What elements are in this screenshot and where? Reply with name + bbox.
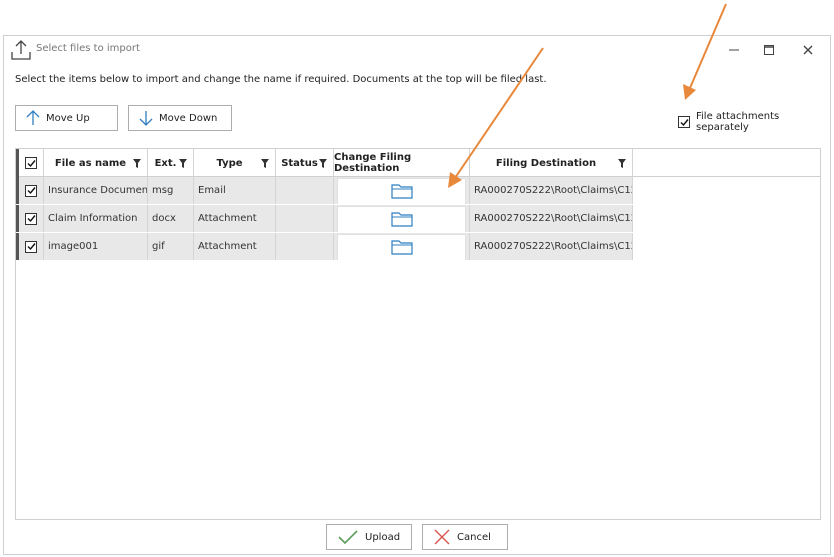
window-title: Select files to import bbox=[36, 43, 140, 54]
column-header-file-as-name[interactable]: File as name bbox=[44, 149, 148, 177]
column-header-filing-destination[interactable]: Filing Destination bbox=[470, 149, 633, 177]
file-as-name-cell[interactable]: Claim Information bbox=[44, 205, 148, 232]
move-up-label: Move Up bbox=[46, 112, 90, 124]
cancel-button[interactable]: Cancel bbox=[422, 524, 508, 550]
arrow-up-icon bbox=[26, 110, 40, 125]
column-header-change-filing-destination[interactable]: Change Filing Destination bbox=[334, 149, 470, 177]
maximize-icon bbox=[764, 45, 774, 55]
type-cell: Email bbox=[194, 177, 276, 204]
file-as-name-cell[interactable]: image001 bbox=[44, 233, 148, 260]
column-label: Filing Destination bbox=[495, 157, 597, 169]
upload-button[interactable]: Upload bbox=[326, 524, 412, 550]
select-all-checkbox[interactable] bbox=[25, 157, 37, 169]
checkmark-icon bbox=[27, 243, 36, 251]
change-destination-cell bbox=[334, 233, 470, 260]
change-destination-button[interactable] bbox=[337, 233, 466, 260]
column-label: Change Filing Destination bbox=[334, 152, 412, 174]
column-label: Ext. bbox=[154, 157, 177, 169]
column-header-type[interactable]: Type bbox=[194, 149, 276, 177]
row-checkbox[interactable] bbox=[25, 240, 37, 253]
upload-label: Upload bbox=[365, 531, 401, 543]
checkmark-icon bbox=[338, 530, 358, 545]
title-bar: Select files to import bbox=[4, 36, 830, 64]
filter-icon[interactable] bbox=[133, 159, 141, 168]
row-checkbox[interactable] bbox=[25, 184, 37, 197]
minimize-button[interactable] bbox=[722, 40, 746, 60]
row-select-cell[interactable] bbox=[16, 205, 44, 232]
filter-icon[interactable] bbox=[319, 159, 327, 168]
select-all-header[interactable] bbox=[16, 149, 44, 177]
arrow-down-icon bbox=[139, 111, 153, 126]
maximize-button[interactable] bbox=[757, 40, 781, 60]
column-header-status[interactable]: Status bbox=[276, 149, 334, 177]
grid-header: File as name Ext. Type Status Change Fil… bbox=[16, 149, 820, 177]
file-attachments-separately-checkbox[interactable] bbox=[678, 116, 690, 128]
filter-icon[interactable] bbox=[261, 159, 269, 168]
checkmark-icon bbox=[27, 159, 36, 167]
checkmark-icon bbox=[27, 215, 36, 223]
change-destination-cell bbox=[334, 177, 470, 204]
close-icon bbox=[803, 45, 813, 55]
cancel-label: Cancel bbox=[457, 531, 491, 543]
upload-icon bbox=[11, 40, 31, 60]
folder-icon bbox=[390, 240, 413, 255]
table-row[interactable]: Claim Information docx Attachment RA0002… bbox=[16, 205, 633, 233]
move-down-label: Move Down bbox=[159, 112, 218, 124]
file-as-name-cell[interactable]: Insurance Documents bbox=[44, 177, 148, 204]
type-cell: Attachment bbox=[194, 205, 276, 232]
column-label: Type bbox=[216, 157, 243, 169]
column-label: File as name bbox=[54, 157, 127, 169]
column-header-ext[interactable]: Ext. bbox=[148, 149, 194, 177]
row-select-cell[interactable] bbox=[16, 177, 44, 204]
ext-cell: docx bbox=[148, 205, 194, 232]
column-label: Status bbox=[281, 157, 318, 169]
row-checkbox[interactable] bbox=[25, 212, 37, 225]
checkmark-icon bbox=[680, 118, 689, 126]
filing-destination-cell: RA000270S222\Root\Claims\C123 bbox=[470, 233, 633, 260]
file-attachments-separately-label: File attachments separately bbox=[696, 111, 780, 133]
type-cell: Attachment bbox=[194, 233, 276, 260]
change-destination-button[interactable] bbox=[337, 177, 466, 204]
change-destination-cell bbox=[334, 205, 470, 232]
status-cell bbox=[276, 205, 334, 232]
filter-icon[interactable] bbox=[179, 159, 187, 168]
minimize-icon bbox=[729, 49, 739, 51]
table-row[interactable]: Insurance Documents msg Email RA000270S2… bbox=[16, 177, 633, 205]
close-button[interactable] bbox=[796, 40, 820, 60]
status-cell bbox=[276, 233, 334, 260]
filing-destination-cell: RA000270S222\Root\Claims\C123 bbox=[470, 177, 633, 204]
import-dialog: Select files to import Select the items … bbox=[3, 35, 831, 555]
cancel-x-icon bbox=[434, 529, 450, 545]
ext-cell: gif bbox=[148, 233, 194, 260]
instructions-text: Select the items below to import and cha… bbox=[15, 74, 547, 85]
checkmark-icon bbox=[27, 187, 36, 195]
move-down-button[interactable]: Move Down bbox=[128, 105, 232, 131]
folder-icon bbox=[390, 212, 413, 227]
files-grid: File as name Ext. Type Status Change Fil… bbox=[15, 148, 821, 520]
ext-cell: msg bbox=[148, 177, 194, 204]
table-row[interactable]: image001 gif Attachment RA000270S222\Roo… bbox=[16, 233, 633, 261]
move-up-button[interactable]: Move Up bbox=[15, 105, 118, 131]
filter-icon[interactable] bbox=[618, 159, 626, 168]
file-attachments-separately-option[interactable]: File attachments separately bbox=[678, 111, 830, 133]
filing-destination-cell: RA000270S222\Root\Claims\C123 bbox=[470, 205, 633, 232]
row-select-cell[interactable] bbox=[16, 233, 44, 260]
status-cell bbox=[276, 177, 334, 204]
folder-icon bbox=[390, 184, 413, 199]
change-destination-button[interactable] bbox=[337, 205, 466, 232]
